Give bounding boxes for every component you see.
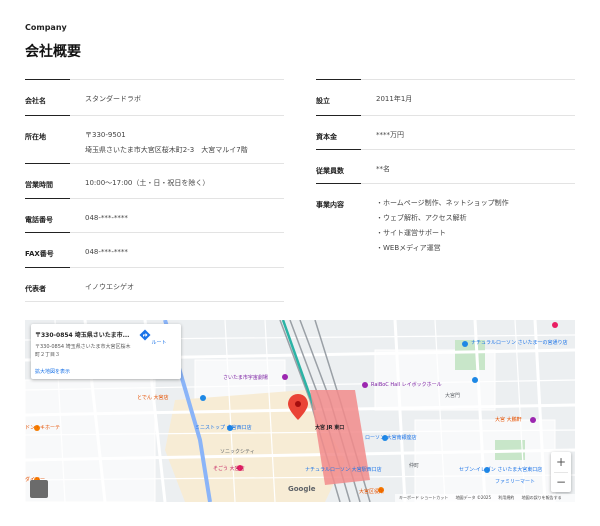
map-label[interactable]: 大宮門 [445,392,460,399]
info-row-capital: 資本金 ****万円 [316,115,575,149]
info-value-line: ****万円 [376,131,404,139]
map-footer: キーボード ショートカット 地図データ ©2025 利用規約 地図の誤りを報告す… [395,494,575,502]
company-info-right: 設立 2011年1月 資本金 ****万円 従業員数 **名 事業内容 ・ホーム… [316,79,575,264]
info-row-address: 所在地 〒330-9501 埼玉県さいたま市大宮区桜木町2-3 大宮マルイ7階 [25,115,284,163]
map-label[interactable]: 大宮 大鵬軒 [495,416,522,423]
info-value: 048-***-**** [85,211,128,226]
info-value: 2011年1月 [376,92,412,107]
info-value-line: スタンダードラボ [85,95,141,103]
info-value-line: 048-***-**** [85,214,128,222]
info-label: 会社名 [25,97,46,105]
larger-map-link[interactable]: 拡大地図を表示 [35,368,70,375]
info-row-employees: 従業員数 **名 [316,149,575,183]
map-label[interactable]: とでん 大宮店 [137,394,168,401]
info-value: 〒330-9501 埼玉県さいたま市大宮区桜木町2-3 大宮マルイ7階 [85,128,248,158]
terms-link[interactable]: 利用規約 [498,495,514,500]
info-label: 事業内容 [316,201,344,209]
keyboard-shortcuts-link[interactable]: キーボード ショートカット [399,495,448,500]
company-info-left: 会社名 スタンダードラボ 所在地 〒330-9501 埼玉県さいたま市大宮区桜木… [25,79,284,302]
map-label[interactable]: 大宮区役所 [359,488,384,495]
info-row-representative: 代表者 イノウエシゲオ [25,267,284,302]
map-label[interactable]: さいたま市宇宙劇場 [223,374,268,381]
place-title: 〒330-0854 埼玉県さいたま市... [35,332,130,339]
info-row-company-name: 会社名 スタンダードラボ [25,79,284,115]
map-label[interactable]: ソニックシティ [220,448,255,455]
street-view-pegman-icon[interactable] [30,480,48,498]
company-page: Company 会社概要 会社名 スタンダードラボ 所在地 〒330-9501 … [0,0,600,526]
map-label[interactable]: ナチュラルローソン 大宮駅西口店 [305,466,382,473]
info-value: ****万円 [376,128,404,143]
google-logo: Google [288,485,316,493]
info-label: 営業時間 [25,181,53,189]
section-eyebrow: Company [25,23,67,32]
info-label: 電話番号 [25,216,53,224]
map-label[interactable]: ファミリーマート [495,478,535,485]
map-label[interactable]: そごう 大宮店 [213,465,245,472]
report-error-link[interactable]: 地図の誤りを報告する [522,495,562,500]
info-row-hours: 営業時間 10:00〜17:00（土・日・祝日を除く） [25,163,284,198]
info-value-line: ・サイト運営サポート [376,229,446,237]
info-label: 資本金 [316,133,337,141]
map-label[interactable]: ドン・キホーテ [25,424,60,431]
info-value: 10:00〜17:00（土・日・祝日を除く） [85,176,209,191]
map-place-card: 〒330-0854 埼玉県さいたま市... 〒330-0854 埼玉県さいたま市… [31,324,181,379]
info-value-line: イノウエシゲオ [85,283,134,291]
zoom-out-button[interactable]: − [551,472,571,492]
info-value-line: ・WEBメディア運営 [376,244,441,252]
info-value: スタンダードラボ [85,92,141,107]
info-value-line: ・ウェブ解析、アクセス解析 [376,214,467,222]
info-value-line: 埼玉県さいたま市大宮区桜木町2-3 大宮マルイ7階 [85,146,248,154]
info-label: 所在地 [25,133,46,141]
info-value-line: 048-***-**** [85,248,128,256]
info-row-business: 事業内容 ・ホームページ制作、ネットショップ制作 ・ウェブ解析、アクセス解析 ・… [316,183,575,264]
route-button[interactable]: ルート [139,329,179,348]
map-label[interactable]: ナチュラルローソン さいたま一の宮通り店 [471,339,567,346]
zoom-controls: + − [551,452,571,492]
info-row-fax: FAX番号 048-***-**** [25,232,284,267]
map-label[interactable]: RaiBoC Hall レイボックホール [371,381,442,388]
info-label: 従業員数 [316,167,344,175]
map-label[interactable]: 仲町 [409,462,419,469]
info-value-line: 2011年1月 [376,95,413,103]
info-value: イノウエシゲオ [85,280,134,295]
map-data-credit: 地図データ ©2025 [455,495,492,500]
info-value-line: **名 [376,165,390,173]
map-label[interactable]: ミニストップ 大宮西口店 [195,424,252,431]
map-label[interactable]: 大宮 JR 東口 [315,424,344,431]
map-label[interactable]: ローソン 大宮南銀座店 [365,434,417,441]
info-value-line: 〒330-9501 [85,131,126,139]
info-label: FAX番号 [25,250,54,258]
info-value-line: 10:00〜17:00（土・日・祝日を除く） [85,179,210,187]
google-map[interactable]: さいたま市宇宙劇場 ナチュラルローソン さいたま一の宮通り店 RaiBoC Ha… [25,320,575,502]
page-title: 会社概要 [25,44,81,60]
directions-icon [139,329,151,341]
zoom-in-button[interactable]: + [551,452,571,472]
zoom-divider [554,472,568,473]
info-value: ・ホームページ制作、ネットショップ制作 ・ウェブ解析、アクセス解析 ・サイト運営… [376,196,509,256]
info-value: 048-***-**** [85,245,128,260]
info-label: 設立 [316,97,330,105]
info-value-line: ・ホームページ制作、ネットショップ制作 [376,199,509,207]
info-label: 代表者 [25,285,46,293]
map-label[interactable]: セブン-イレブン さいたま大宮東口店 [459,466,542,473]
route-label: ルート [151,340,167,346]
info-value: **名 [376,162,390,177]
info-row-phone: 電話番号 048-***-**** [25,198,284,232]
info-row-founded: 設立 2011年1月 [316,79,575,115]
place-address: 〒330-0854 埼玉県さいたま市大宮区桜木町２丁目３ [35,344,131,358]
